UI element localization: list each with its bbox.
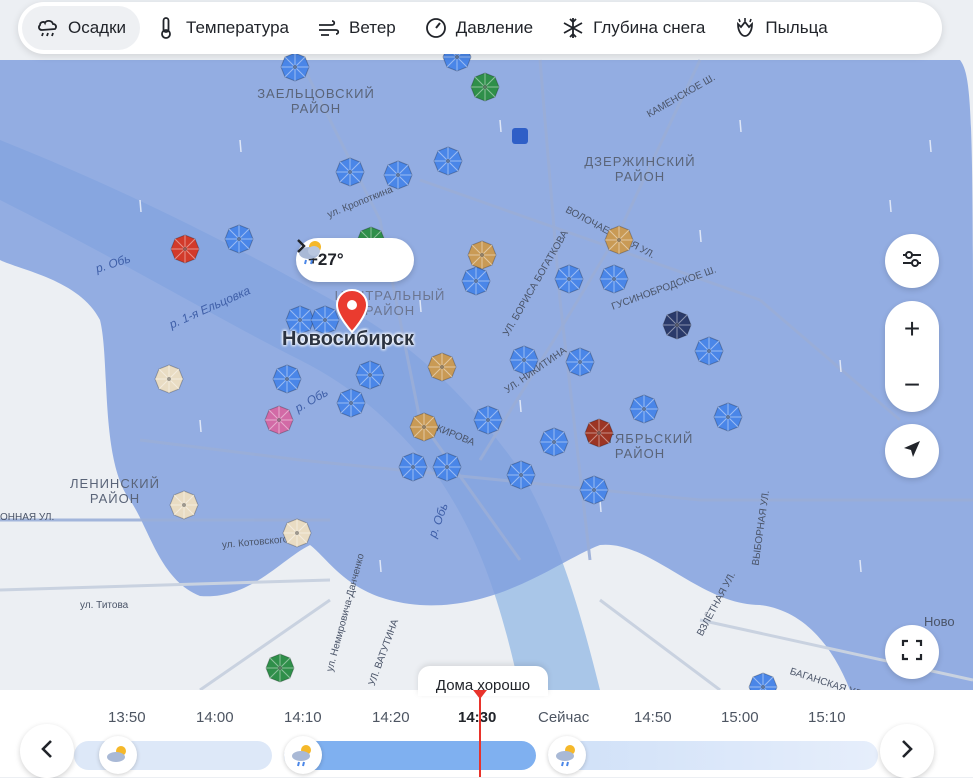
umbrella-marker-icon[interactable]	[539, 427, 569, 457]
district-label: ЛЕНИНСКИЙ РАЙОН	[70, 476, 160, 506]
timeline-next-button[interactable]	[880, 724, 934, 778]
filter-button[interactable]	[885, 234, 939, 288]
umbrella-marker-icon[interactable]	[554, 264, 584, 294]
tab-precipitation[interactable]: Осадки	[22, 6, 141, 50]
pollen-icon	[733, 16, 757, 40]
timeline-tick[interactable]: 15:00	[721, 709, 759, 726]
tab-label: Осадки	[68, 18, 127, 37]
timeline-tick[interactable]: 15:10	[808, 709, 846, 726]
tab-label: Глубина снега	[593, 18, 706, 37]
timeline-track-future[interactable]	[548, 741, 878, 770]
street-label: ул. Титова	[80, 600, 129, 611]
umbrella-marker-icon[interactable]	[272, 364, 302, 394]
fullscreen-icon	[901, 639, 923, 666]
umbrella-marker-icon[interactable]	[579, 475, 609, 505]
umbrella-marker-icon[interactable]	[432, 452, 462, 482]
umbrella-marker-icon[interactable]	[383, 160, 413, 190]
tab-pressure[interactable]: Давление	[410, 6, 547, 50]
locate-button[interactable]	[885, 424, 939, 478]
map-base	[0, 0, 973, 690]
chevron-right-icon	[900, 739, 914, 764]
timeline-tick[interactable]: 13:50	[108, 709, 146, 726]
timeline-tick[interactable]: 14:20	[372, 709, 410, 726]
umbrella-marker-icon[interactable]	[748, 672, 778, 690]
umbrella-marker-icon[interactable]	[565, 347, 595, 377]
tab-temperature[interactable]: Температура	[140, 6, 303, 50]
timeline-weather-icon[interactable]	[548, 736, 586, 774]
umbrella-marker-icon[interactable]	[433, 146, 463, 176]
umbrella-marker-icon[interactable]	[427, 352, 457, 382]
tab-label: Давление	[455, 18, 534, 37]
metro-icon[interactable]	[512, 128, 528, 144]
thermometer-icon	[154, 16, 178, 40]
chevron-left-icon	[40, 739, 54, 764]
umbrella-marker-icon[interactable]	[265, 653, 295, 683]
tab-snow-depth[interactable]: Глубина снега	[547, 6, 719, 50]
timeline-weather-icon[interactable]	[284, 736, 322, 774]
zoom-out-button[interactable]: −	[885, 357, 939, 412]
zoom-controls: + −	[885, 301, 939, 412]
umbrella-marker-icon[interactable]	[509, 345, 539, 375]
timeline-tick[interactable]: Сейчас	[538, 709, 589, 726]
street-label: Ново	[924, 614, 955, 629]
zoom-in-button[interactable]: +	[885, 301, 939, 356]
filter-sliders-icon	[900, 247, 924, 276]
timeline-marker-cap	[473, 690, 487, 699]
umbrella-marker-icon[interactable]	[280, 52, 310, 82]
umbrella-marker-icon[interactable]	[170, 234, 200, 264]
umbrella-marker-icon[interactable]	[224, 224, 254, 254]
umbrella-marker-icon[interactable]	[662, 310, 692, 340]
layer-tabs: Осадки Температура Ветер Давление Глубин…	[18, 2, 942, 54]
umbrella-marker-icon[interactable]	[629, 394, 659, 424]
tab-label: Температура	[186, 18, 289, 37]
district-label: ЗАЕЛЬЦОВСКИЙ РАЙОН	[257, 86, 375, 116]
rain-cloud-icon	[36, 16, 60, 40]
wind-icon	[317, 16, 341, 40]
weather-map[interactable]: ЗАЕЛЬЦОВСКИЙ РАЙОН ДЗЕРЖИНСКИЙ РАЙОН ЦЕНТР…	[0, 0, 973, 690]
tab-pollen[interactable]: Пыльца	[719, 6, 841, 50]
umbrella-marker-icon[interactable]	[335, 157, 365, 187]
tab-label: Ветер	[349, 18, 396, 37]
fullscreen-button[interactable]	[885, 625, 939, 679]
umbrella-marker-icon[interactable]	[584, 418, 614, 448]
umbrella-marker-icon[interactable]	[713, 402, 743, 432]
umbrella-marker-icon[interactable]	[355, 360, 385, 390]
street-label: ОННАЯ УЛ.	[0, 512, 55, 523]
umbrella-marker-icon[interactable]	[398, 452, 428, 482]
umbrella-marker-icon[interactable]	[169, 490, 199, 520]
pressure-gauge-icon	[424, 16, 448, 40]
umbrella-marker-icon[interactable]	[409, 412, 439, 442]
tab-label: Пыльца	[765, 18, 828, 37]
city-weather-badge[interactable]: +27°	[296, 238, 414, 282]
umbrella-marker-icon[interactable]	[599, 264, 629, 294]
timeline-current-marker[interactable]	[479, 690, 481, 777]
city-name[interactable]: Новосибирск	[282, 328, 414, 351]
umbrella-marker-icon[interactable]	[336, 388, 366, 418]
timeline-tick[interactable]: 14:10	[284, 709, 322, 726]
timeline-tick[interactable]: 14:30	[458, 709, 496, 726]
timeline-prev-button[interactable]	[20, 724, 74, 778]
timeline-tick[interactable]: 14:50	[634, 709, 672, 726]
umbrella-marker-icon[interactable]	[604, 225, 634, 255]
tab-wind[interactable]: Ветер	[303, 6, 410, 50]
umbrella-marker-icon[interactable]	[461, 266, 491, 296]
timeline-tick[interactable]: 14:00	[196, 709, 234, 726]
umbrella-marker-icon[interactable]	[506, 460, 536, 490]
forecast-timeline[interactable]: 13:50 14:00 14:10 14:20 14:30 Сейчас 14:50 15:0…	[0, 690, 973, 778]
district-label: ДЗЕРЖИНСКИЙ РАЙОН	[584, 154, 696, 184]
locate-arrow-icon	[901, 438, 923, 465]
umbrella-marker-icon[interactable]	[264, 405, 294, 435]
umbrella-marker-icon[interactable]	[282, 518, 312, 548]
umbrella-marker-icon[interactable]	[473, 405, 503, 435]
timeline-weather-icon[interactable]	[99, 736, 137, 774]
snowflake-icon	[561, 16, 585, 40]
umbrella-marker-icon[interactable]	[694, 336, 724, 366]
umbrella-marker-icon[interactable]	[470, 72, 500, 102]
umbrella-marker-icon[interactable]	[154, 364, 184, 394]
